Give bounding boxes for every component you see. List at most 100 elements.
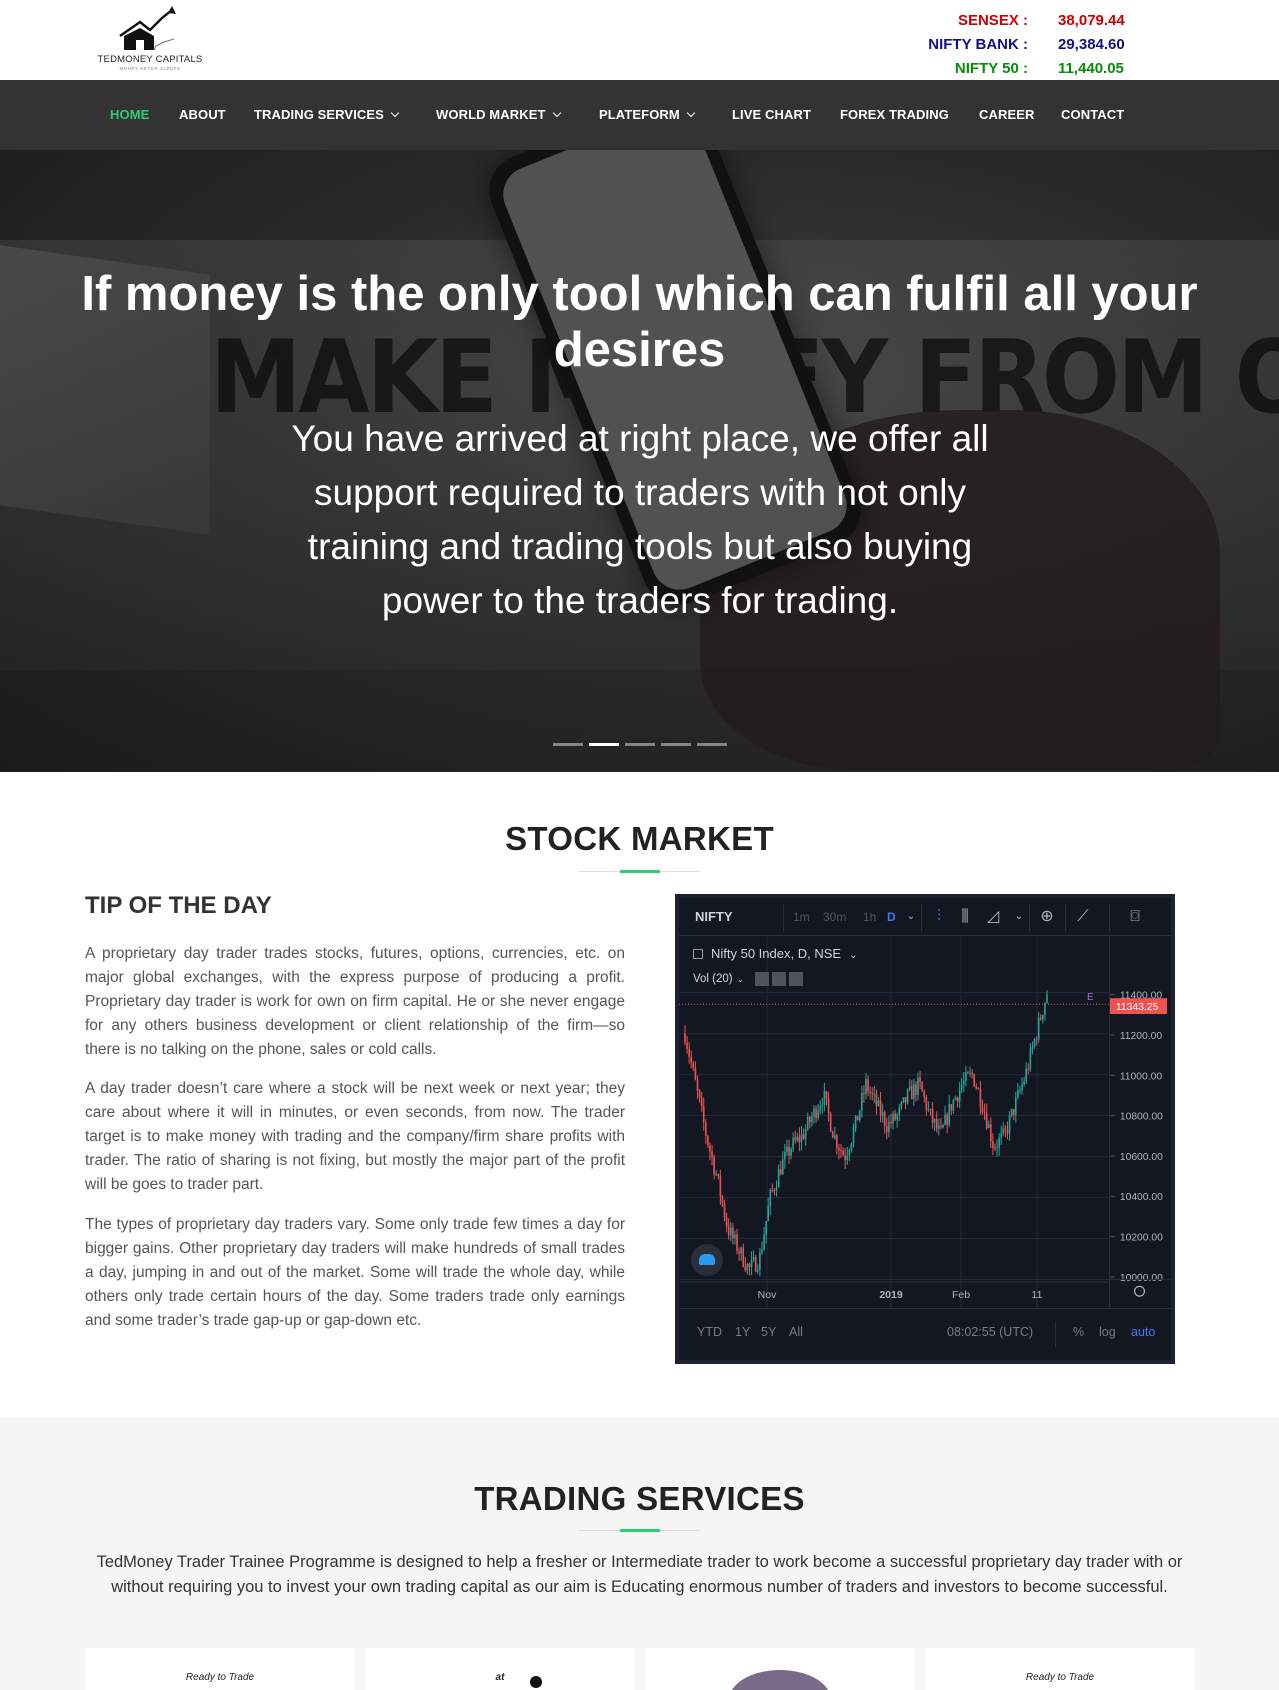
candle-body	[898, 1107, 901, 1115]
stock-market-title: STOCK MARKET	[505, 820, 774, 857]
timeframe-1h[interactable]: 1h	[863, 910, 876, 924]
candle-body	[696, 1079, 699, 1091]
service-card-text: Ready to Trade	[1025, 1672, 1095, 1683]
x-tick-label: Feb	[952, 1289, 970, 1301]
logo[interactable]: TEDMONEY CAPITALS MONEY NEVER SLEEPS	[94, 6, 206, 72]
live-chart-widget[interactable]: NIFTY 1m 30m 1h D ⌄ ⫶ ⫼ ◿ ⌄ ⊕ ⟋ ⌼ E Nov 20…	[675, 894, 1175, 1364]
service-card-image	[530, 1676, 542, 1688]
nav-item-plateform[interactable]: PLATEFORM	[599, 80, 696, 150]
volume-indicator[interactable]: Vol (20) ⌄	[693, 972, 804, 986]
ticker-value: 29,384.60	[1058, 35, 1125, 53]
candle-body	[852, 1128, 855, 1144]
tip-paragraph-3: The types of proprietary day traders var…	[85, 1216, 625, 1329]
service-card[interactable]: Ready to Trade	[925, 1648, 1195, 1690]
bars-style-icon[interactable]: ⫶	[929, 907, 949, 927]
candle-body	[925, 1097, 928, 1110]
chart-symbol[interactable]: NIFTY	[695, 909, 733, 924]
chart-legend[interactable]: Nifty 50 Index, D, NSE ⌄	[693, 946, 857, 961]
slider-pagination	[553, 743, 727, 746]
candle-body	[946, 1114, 948, 1125]
range-all[interactable]: All	[789, 1325, 803, 1339]
slider-dot[interactable]	[553, 743, 583, 746]
area-style-icon[interactable]: ◿	[983, 907, 1003, 927]
tradingview-logo-icon[interactable]	[691, 1244, 723, 1276]
close-icon[interactable]	[789, 972, 804, 986]
candle-body	[823, 1091, 826, 1106]
service-card[interactable]: at	[365, 1648, 635, 1690]
main-navigation: HOME ABOUT TRADING SERVICES WORLD MARKET PLA…	[0, 80, 1279, 150]
scale-percent[interactable]: %	[1073, 1325, 1084, 1339]
candle-body	[952, 1099, 955, 1111]
candle-body	[854, 1115, 857, 1129]
slider-dot[interactable]	[589, 743, 619, 746]
candle-body	[877, 1100, 880, 1106]
candle-body	[879, 1100, 882, 1116]
candle-body	[886, 1126, 888, 1133]
candle-body	[904, 1097, 907, 1103]
settings-icon[interactable]	[772, 972, 787, 986]
timeframe-1m[interactable]: 1m	[793, 910, 810, 924]
nav-item-live-chart[interactable]: LIVE CHART	[732, 80, 811, 150]
nav-item-world-market[interactable]: WORLD MARKET	[436, 80, 561, 150]
collapse-icon[interactable]	[693, 949, 703, 959]
candle-body	[910, 1085, 913, 1100]
chart-toolbar: NIFTY 1m 30m 1h D ⌄ ⫶ ⫼ ◿ ⌄ ⊕ ⟋ ⌼	[679, 898, 1171, 936]
nav-item-about[interactable]: ABOUT	[179, 80, 226, 150]
eye-icon[interactable]	[755, 972, 770, 986]
candle-body	[894, 1113, 896, 1120]
slider-dot[interactable]	[697, 743, 727, 746]
candles-style-icon[interactable]: ⫼	[955, 907, 975, 927]
chevron-down-icon[interactable]: ⌄	[849, 950, 857, 961]
chevron-down-icon[interactable]: ⌄	[1009, 907, 1029, 927]
service-card[interactable]: Ready to Trade	[85, 1648, 355, 1690]
logo-tagline: MONEY NEVER SLEEPS	[119, 66, 181, 71]
y-tick-label: 10000.00	[1120, 1273, 1163, 1284]
candle-body	[705, 1122, 707, 1137]
candle-body	[973, 1074, 975, 1087]
candle-body	[838, 1148, 840, 1151]
candle-body	[771, 1189, 774, 1191]
ticker-value: 38,079.44	[1058, 11, 1125, 29]
slider-dot[interactable]	[625, 743, 655, 746]
compare-icon[interactable]: ⟋	[1073, 907, 1093, 927]
candle-body	[804, 1129, 807, 1139]
y-tick-label: 10400.00	[1120, 1192, 1163, 1203]
candle-body	[956, 1097, 959, 1102]
scale-auto[interactable]: auto	[1131, 1325, 1155, 1339]
chevron-down-icon[interactable]: ⌄	[901, 907, 921, 927]
candle-body	[788, 1146, 790, 1156]
chart-plot-area[interactable]: E Nov 2019 Feb 11	[679, 936, 1109, 1308]
chevron-down-icon[interactable]: ⌄	[737, 974, 745, 984]
candle-body	[902, 1097, 905, 1102]
candle-body	[923, 1091, 926, 1098]
nav-item-forex-trading[interactable]: FOREX TRADING	[840, 80, 949, 150]
scale-log[interactable]: log	[1099, 1325, 1116, 1339]
candle-body	[752, 1257, 755, 1260]
settings-icon[interactable]	[1134, 1285, 1146, 1297]
range-1y[interactable]: 1Y	[735, 1325, 750, 1339]
ticker-label: NIFTY 50 :	[954, 59, 1028, 77]
tip-of-the-day-title: TIP OF THE DAY	[85, 892, 272, 919]
slider-dot[interactable]	[661, 743, 691, 746]
chart-legend-title: Nifty 50 Index, D, NSE	[711, 946, 842, 961]
candle-body	[757, 1269, 759, 1272]
nav-item-contact[interactable]: CONTACT	[1061, 80, 1124, 150]
service-card[interactable]	[645, 1648, 915, 1690]
candle-body	[686, 1042, 688, 1049]
candle-body	[990, 1124, 992, 1142]
candle-body	[996, 1147, 998, 1149]
range-ytd[interactable]: YTD	[697, 1325, 722, 1339]
ticker-row: SENSEX : 38,079.44	[900, 8, 1140, 32]
ticker-label: SENSEX :	[957, 11, 1028, 29]
price-axis[interactable]: 11400.0011200.0011000.0010800.0010600.00…	[1109, 936, 1171, 1308]
nav-item-home[interactable]: HOME	[110, 80, 149, 150]
timeframe-30m[interactable]: 30m	[823, 910, 846, 924]
candle-body	[750, 1259, 753, 1267]
nav-item-career[interactable]: CAREER	[979, 80, 1035, 150]
nav-item-trading-services[interactable]: TRADING SERVICES	[254, 80, 400, 150]
camera-icon[interactable]: ⌼	[1125, 907, 1145, 927]
timeframe-d[interactable]: D	[887, 910, 896, 924]
add-indicator-icon[interactable]: ⊕	[1037, 907, 1057, 927]
range-5y[interactable]: 5Y	[761, 1325, 776, 1339]
candle-body	[1021, 1084, 1023, 1091]
